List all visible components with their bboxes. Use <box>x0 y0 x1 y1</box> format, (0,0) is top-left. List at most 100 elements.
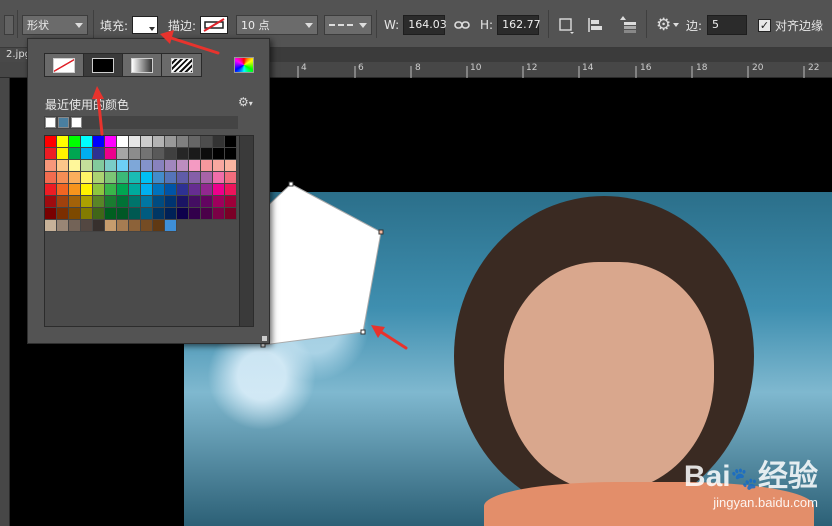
color-swatch[interactable] <box>69 208 81 220</box>
color-swatch[interactable] <box>81 172 93 184</box>
color-swatch[interactable] <box>153 172 165 184</box>
color-swatch[interactable] <box>177 184 189 196</box>
fill-swatch-button[interactable] <box>132 16 159 34</box>
color-swatch[interactable] <box>69 172 81 184</box>
color-swatch[interactable] <box>141 136 153 148</box>
color-swatch[interactable] <box>165 172 177 184</box>
color-swatch[interactable] <box>153 208 165 220</box>
color-swatch[interactable] <box>189 160 201 172</box>
color-swatch[interactable] <box>129 148 141 160</box>
tool-mode-select[interactable]: 形状 <box>22 15 88 35</box>
color-swatch[interactable] <box>201 184 213 196</box>
color-swatch[interactable] <box>165 196 177 208</box>
color-swatch[interactable] <box>45 160 57 172</box>
color-swatch[interactable] <box>153 220 165 232</box>
color-swatch[interactable] <box>105 136 117 148</box>
color-swatch[interactable] <box>129 208 141 220</box>
color-swatch[interactable] <box>69 184 81 196</box>
color-swatch[interactable] <box>165 136 177 148</box>
color-swatch[interactable] <box>201 172 213 184</box>
color-swatch[interactable] <box>141 196 153 208</box>
color-swatch[interactable] <box>69 220 81 232</box>
color-picker-button[interactable] <box>234 57 254 73</box>
align-edges-checkbox[interactable]: ✓ 对齐边缘 <box>758 14 823 36</box>
color-swatch[interactable] <box>165 220 177 232</box>
color-swatch[interactable] <box>153 196 165 208</box>
color-swatch[interactable] <box>177 172 189 184</box>
stroke-type-select[interactable] <box>324 15 372 35</box>
recent-color-swatch[interactable] <box>58 117 69 128</box>
color-swatch[interactable] <box>189 196 201 208</box>
no-color-button[interactable] <box>45 54 84 76</box>
color-swatch[interactable] <box>117 160 129 172</box>
color-swatch[interactable] <box>189 136 201 148</box>
color-swatch[interactable] <box>45 196 57 208</box>
color-swatch[interactable] <box>213 148 225 160</box>
color-swatch[interactable] <box>105 148 117 160</box>
color-swatch[interactable] <box>93 208 105 220</box>
color-swatch[interactable] <box>213 208 225 220</box>
color-swatch[interactable] <box>213 160 225 172</box>
color-swatch[interactable] <box>105 220 117 232</box>
color-swatch[interactable] <box>105 160 117 172</box>
color-swatch[interactable] <box>177 196 189 208</box>
stroke-size-select[interactable]: 10 点 <box>236 15 318 35</box>
color-swatch[interactable] <box>57 220 69 232</box>
color-swatch[interactable] <box>69 160 81 172</box>
color-swatch[interactable] <box>213 196 225 208</box>
color-swatch[interactable] <box>117 220 129 232</box>
color-swatch[interactable] <box>213 172 225 184</box>
color-swatch[interactable] <box>141 184 153 196</box>
color-swatch[interactable] <box>45 208 57 220</box>
color-swatch[interactable] <box>45 220 57 232</box>
color-swatch[interactable] <box>225 208 237 220</box>
sides-input[interactable]: 5 <box>707 15 748 35</box>
color-swatch[interactable] <box>57 172 69 184</box>
color-swatch[interactable] <box>45 172 57 184</box>
color-swatch[interactable] <box>117 148 129 160</box>
color-swatch[interactable] <box>153 184 165 196</box>
color-swatch[interactable] <box>81 208 93 220</box>
color-swatch[interactable] <box>129 196 141 208</box>
color-swatch[interactable] <box>177 148 189 160</box>
color-swatch[interactable] <box>177 208 189 220</box>
color-swatch[interactable] <box>153 136 165 148</box>
path-arrangement-button[interactable] <box>616 14 638 36</box>
color-swatch[interactable] <box>141 172 153 184</box>
color-swatch[interactable] <box>45 184 57 196</box>
color-swatch[interactable] <box>141 160 153 172</box>
color-swatch[interactable] <box>129 172 141 184</box>
swatch-scrollbar[interactable] <box>239 136 253 326</box>
geometry-options-button[interactable]: ⚙ <box>656 14 680 36</box>
color-swatch[interactable] <box>81 220 93 232</box>
color-swatch[interactable] <box>93 172 105 184</box>
color-swatch[interactable] <box>57 160 69 172</box>
recent-color-swatch[interactable] <box>71 117 82 128</box>
color-swatch[interactable] <box>105 196 117 208</box>
color-swatch[interactable] <box>117 136 129 148</box>
color-swatch[interactable] <box>201 136 213 148</box>
color-swatch[interactable] <box>189 172 201 184</box>
color-swatch[interactable] <box>105 208 117 220</box>
color-swatch[interactable] <box>189 208 201 220</box>
color-swatch[interactable] <box>141 208 153 220</box>
recent-color-swatch[interactable] <box>45 117 56 128</box>
color-swatch[interactable] <box>189 184 201 196</box>
color-swatch[interactable] <box>93 148 105 160</box>
color-swatch[interactable] <box>57 196 69 208</box>
color-swatch[interactable] <box>165 160 177 172</box>
color-swatch[interactable] <box>45 148 57 160</box>
color-swatch[interactable] <box>201 196 213 208</box>
gradient-button[interactable] <box>123 54 162 76</box>
color-swatch[interactable] <box>105 184 117 196</box>
color-swatch[interactable] <box>225 172 237 184</box>
color-swatch[interactable] <box>177 160 189 172</box>
color-swatch[interactable] <box>81 136 93 148</box>
color-swatch[interactable] <box>93 136 105 148</box>
color-swatch[interactable] <box>225 136 237 148</box>
color-swatch[interactable] <box>45 136 57 148</box>
color-swatch[interactable] <box>117 208 129 220</box>
color-swatch[interactable] <box>177 136 189 148</box>
color-swatch[interactable] <box>225 184 237 196</box>
color-swatch[interactable] <box>81 184 93 196</box>
